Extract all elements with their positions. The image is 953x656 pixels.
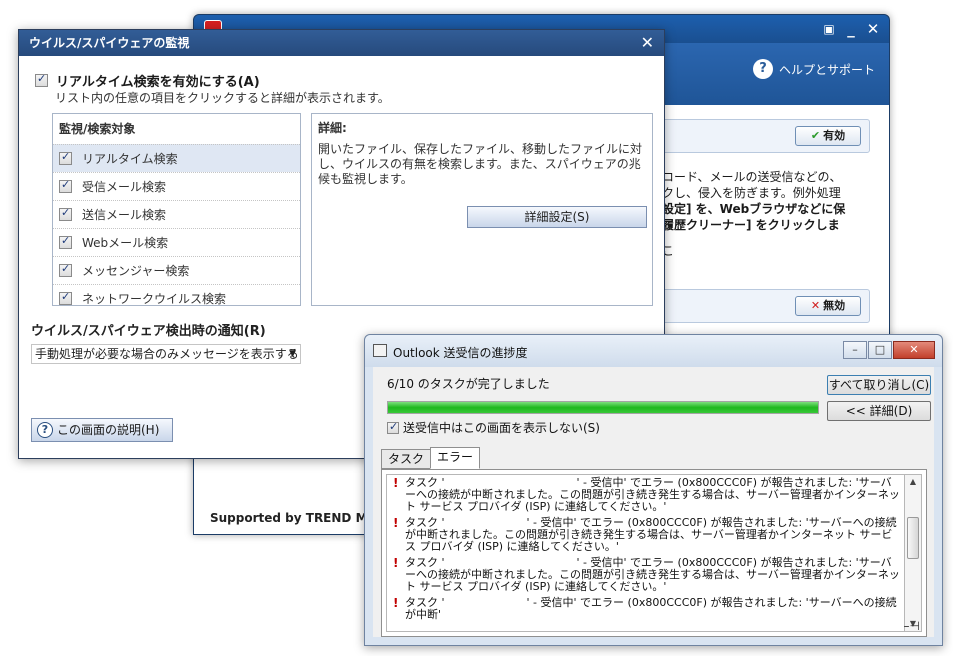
monitor-titlebar: ウイルス/スパイウェアの監視 ✕ [19,30,664,56]
description-line: 履歴クリーナー] をクリックしま [662,218,840,232]
realtime-enable-checkbox[interactable]: リアルタイム検索を有効にする(A) [35,71,260,90]
checkbox-checked-icon[interactable] [59,206,72,221]
error-icon: ! [393,476,399,490]
progress-text: 6/10 のタスクが完了しました [387,377,550,391]
minimize-icon[interactable]: _ [841,19,861,39]
error-item[interactable]: ! タスク ' ' - 受信中' でエラー (0x800CCC0F) が報告されま… [387,515,904,555]
close-icon[interactable]: ✕ [863,19,883,39]
help-icon: ? [37,422,53,438]
error-text: タスク ' ' - 受信中' でエラー (0x800CCC0F) が報告されました… [405,477,900,513]
error-list[interactable]: ! タスク ' ' - 受信中' でエラー (0x800CCC0F) が報告されま… [386,474,905,632]
description-line: 設定] を、Webブラウザなどに保 [662,202,846,216]
outlook-body: 6/10 のタスクが完了しました すべて取り消し(C) << 詳細(D) 送受信… [373,367,934,637]
status-off-label: 無効 [823,299,846,312]
error-icon: ! [393,516,399,530]
target-item-label: ネットワークウイルス検索 [82,292,227,306]
notify-label: ウイルス/スパイウェア検出時の通知(R) [31,324,266,339]
error-icon: ! [393,596,399,610]
status-off-button[interactable]: ✕ 無効 [795,296,861,316]
close-icon[interactable]: ✕ [893,341,935,359]
target-list-header: 監視/検索対象 [59,122,136,136]
realtime-enable-label: リアルタイム検索を有効にする(A) [56,75,260,90]
progress-fill [388,402,818,413]
error-list-scrollbar[interactable]: ▲ ▼ [904,474,922,632]
target-item-network-virus[interactable]: ネットワークウイルス検索 [53,284,300,312]
monitor-target-list: 監視/検索対象 リアルタイム検索 受信メール検索 送信メール検索 Webメール検… [52,113,301,306]
outlook-titlebar: Outlook 送受信の進捗度 – □ ✕ [365,335,942,367]
maximize-icon[interactable]: □ [868,341,892,359]
error-item[interactable]: ! タスク ' ' - 受信中' でエラー (0x800CCC0F) が報告されま… [387,475,904,515]
target-item-web-mail[interactable]: Webメール検索 [53,228,300,256]
target-item-label: 送信メール検索 [82,208,167,222]
explain-button-label: この画面の説明(H) [57,423,160,437]
tab-tasks[interactable]: タスク [381,449,432,469]
help-icon: ? [752,59,773,79]
checkbox-checked-icon[interactable] [59,150,72,165]
monitor-title: ウイルス/スパイウェアの監視 [29,36,190,50]
restore-icon[interactable]: ▣ [819,19,839,39]
error-text: タスク ' ' - 受信中' でエラー (0x800CCC0F) が報告されました… [405,557,900,593]
error-message: ' - 受信中' でエラー (0x800CCC0F) が報告されました: 'サー… [405,516,897,553]
description-line: コード、メールの送受信などの、 [662,170,842,184]
checkbox-checked-icon[interactable] [59,262,72,277]
target-item-realtime[interactable]: リアルタイム検索 [53,144,300,172]
checkbox-checked-icon[interactable] [59,290,72,305]
target-item-outgoing-mail[interactable]: 送信メール検索 [53,200,300,228]
error-message: ' - 受信中' でエラー (0x800CCC0F) が報告されました: 'サー… [405,596,897,621]
target-item-label: 受信メール検索 [82,180,167,194]
outlook-send-receive-dialog: Outlook 送受信の進捗度 – □ ✕ 6/10 のタスクが完了しました す… [364,334,943,646]
checkbox-checked-icon[interactable] [35,72,48,87]
error-panel: ! タスク ' ' - 受信中' でエラー (0x800CCC0F) が報告されま… [381,469,927,637]
target-item-label: Webメール検索 [82,236,169,250]
send-receive-icon [373,344,387,357]
dropdown-arrow-icon: ▼ [289,349,296,359]
outlook-title: Outlook 送受信の進捗度 [393,346,528,360]
checkbox-checked-icon[interactable] [387,420,399,434]
close-icon[interactable]: ✕ [641,30,654,56]
hide-during-send-label: 送受信中はこの画面を表示しない(S) [403,421,600,435]
description-line: クし、侵入を防ぎます。例外処理 [662,186,841,200]
error-item[interactable]: ! タスク ' ' - 受信中' でエラー (0x800CCC0F) が報告されま… [387,555,904,595]
checkmark-icon: ✔ [810,129,821,142]
details-toggle-button[interactable]: << 詳細(D) [827,401,931,421]
cancel-all-button[interactable]: すべて取り消し(C) [827,375,931,395]
notify-select[interactable]: 手動処理が必要な場合のみメッセージを表示する ▼ [31,344,301,364]
minimize-icon[interactable]: – [843,341,867,359]
notify-select-value: 手動処理が必要な場合のみメッセージを表示する [35,347,299,361]
status-row-disabled: ✕ 無効 [646,289,870,323]
outlook-tabs: タスク エラー [381,447,481,469]
tab-errors[interactable]: エラー [430,447,481,469]
advanced-settings-button[interactable]: 詳細設定(S) [467,206,647,228]
error-message: ' - 受信中' でエラー (0x800CCC0F) が報告されました: 'サー… [405,556,900,593]
help-and-support-link[interactable]: ? ヘルプとサポート [752,59,875,79]
detail-label: 詳細: [318,121,347,135]
error-message: ' - 受信中' でエラー (0x800CCC0F) が報告されました: 'サー… [405,476,900,513]
explain-screen-button[interactable]: ? この画面の説明(H) [31,418,173,442]
progress-bar [387,401,819,414]
hint-text: リスト内の任意の項目をクリックすると詳細が表示されます。 [55,91,390,105]
scroll-up-icon[interactable]: ▲ [905,475,921,489]
status-on-label: 有効 [823,129,846,142]
target-item-label: メッセンジャー検索 [82,264,190,278]
hide-during-send-checkbox[interactable]: 送受信中はこの画面を表示しない(S) [387,419,600,436]
detail-panel: 詳細: 開いたファイル、保存したファイル、移動したファイルに対し、ウイルスの有無… [311,113,653,306]
error-item[interactable]: ! タスク ' ' - 受信中' でエラー (0x800CCC0F) が報告されま… [387,595,904,623]
x-mark-icon: ✕ [810,299,821,312]
checkbox-checked-icon[interactable] [59,178,72,193]
error-text: タスク ' ' - 受信中' でエラー (0x800CCC0F) が報告されました… [405,597,900,621]
error-text: タスク ' ' - 受信中' でエラー (0x800CCC0F) が報告されました… [405,517,900,553]
help-label: ヘルプとサポート [778,62,875,77]
scrollbar-thumb[interactable] [907,517,919,559]
status-on-button[interactable]: ✔ 有効 [795,126,861,146]
checkbox-checked-icon[interactable] [59,234,72,249]
target-item-incoming-mail[interactable]: 受信メール検索 [53,172,300,200]
target-item-messenger[interactable]: メッセンジャー検索 [53,256,300,284]
status-row-enabled: ✔ 有効 [646,119,870,153]
pin-icon[interactable]: –⊣ [904,619,920,633]
error-icon: ! [393,556,399,570]
detail-text: 開いたファイル、保存したファイル、移動したファイルに対し、ウイルスの有無を検索し… [318,142,643,186]
target-item-label: リアルタイム検索 [82,152,178,166]
